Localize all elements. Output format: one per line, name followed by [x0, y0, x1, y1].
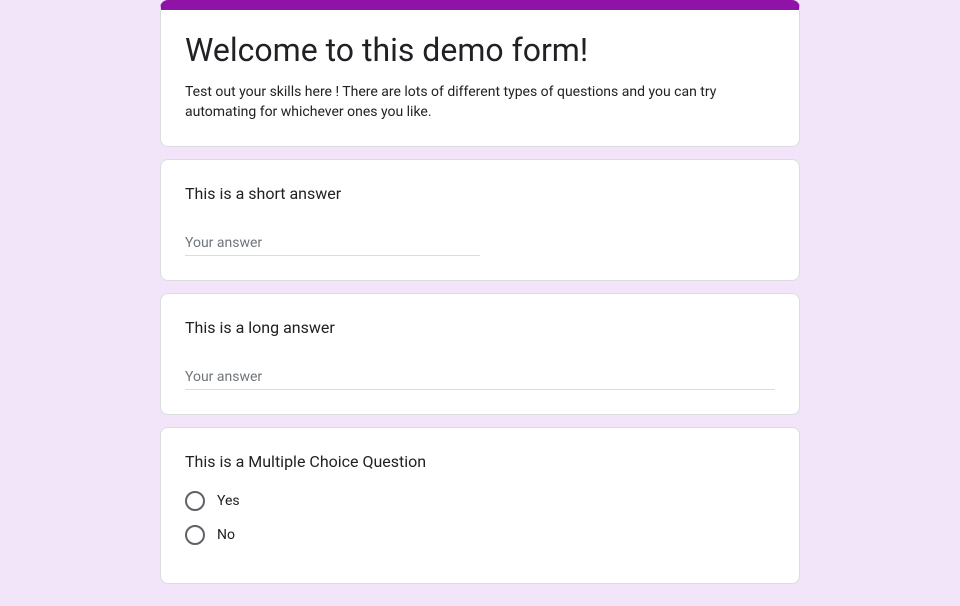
- long-answer-card: This is a long answer: [160, 293, 800, 415]
- short-answer-input[interactable]: [185, 231, 480, 256]
- radio-icon: [185, 525, 205, 545]
- short-answer-card: This is a short answer: [160, 159, 800, 281]
- radio-label: No: [217, 527, 235, 543]
- long-answer-input[interactable]: [185, 365, 775, 390]
- question-title: This is a short answer: [185, 184, 775, 203]
- radio-label: Yes: [217, 493, 240, 509]
- radio-option-no[interactable]: No: [185, 525, 775, 545]
- radio-option-yes[interactable]: Yes: [185, 491, 775, 511]
- question-title: This is a long answer: [185, 318, 775, 337]
- multiple-choice-card: This is a Multiple Choice Question Yes N…: [160, 427, 800, 584]
- question-title: This is a Multiple Choice Question: [185, 452, 775, 471]
- form-description: Test out your skills here ! There are lo…: [185, 82, 775, 122]
- form-container: Welcome to this demo form! Test out your…: [160, 0, 800, 584]
- form-header-card: Welcome to this demo form! Test out your…: [160, 0, 800, 147]
- radio-icon: [185, 491, 205, 511]
- form-title: Welcome to this demo form!: [185, 30, 775, 70]
